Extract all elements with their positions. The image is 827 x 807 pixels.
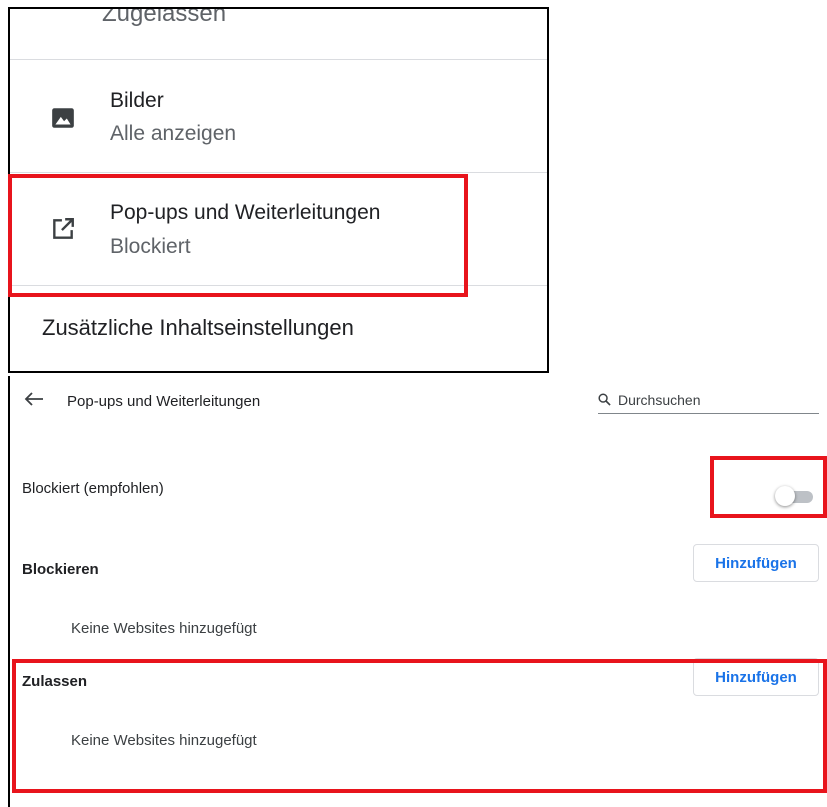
popups-title: Pop-ups und Weiterleitungen [110,201,381,224]
images-status: Alle anzeigen [110,122,237,145]
open-in-new-icon [53,218,74,239]
toggle-knob [775,486,795,506]
search-field[interactable] [598,389,819,414]
block-section-heading: Blockieren [22,561,99,578]
images-title: Bilder [110,89,164,112]
image-icon [52,108,74,128]
arrow-back-icon[interactable] [24,391,44,407]
list-item-images[interactable]: Bilder Alle anzeigen [10,60,547,172]
allow-section-heading: Zulassen [22,673,88,690]
blocked-toggle[interactable] [775,486,815,508]
search-icon [598,393,611,406]
search-input[interactable] [618,389,808,411]
block-add-button[interactable]: Hinzufügen [693,544,819,582]
divider [10,285,547,286]
block-empty-text: Keine Websites hinzugefügt [71,620,257,637]
partial-row-label: Zugelassen [102,7,227,27]
popup-settings-page: Pop-ups und Weiterleitungen Blockiert (e… [8,376,827,807]
allow-add-button[interactable]: Hinzufügen [693,658,819,696]
popups-status: Blockiert [110,235,191,258]
additional-content-settings-link[interactable]: Zusätzliche Inhaltseinstellungen [42,315,354,341]
list-item-popups[interactable]: Pop-ups und Weiterleitungen Blockiert [10,173,547,285]
page-title: Pop-ups und Weiterleitungen [67,393,261,410]
allow-empty-text: Keine Websites hinzugefügt [71,732,257,749]
blocked-toggle-label: Blockiert (empfohlen) [22,480,164,497]
site-settings-list: Zugelassen Bilder Alle anzeigen Pop-ups … [8,7,549,373]
